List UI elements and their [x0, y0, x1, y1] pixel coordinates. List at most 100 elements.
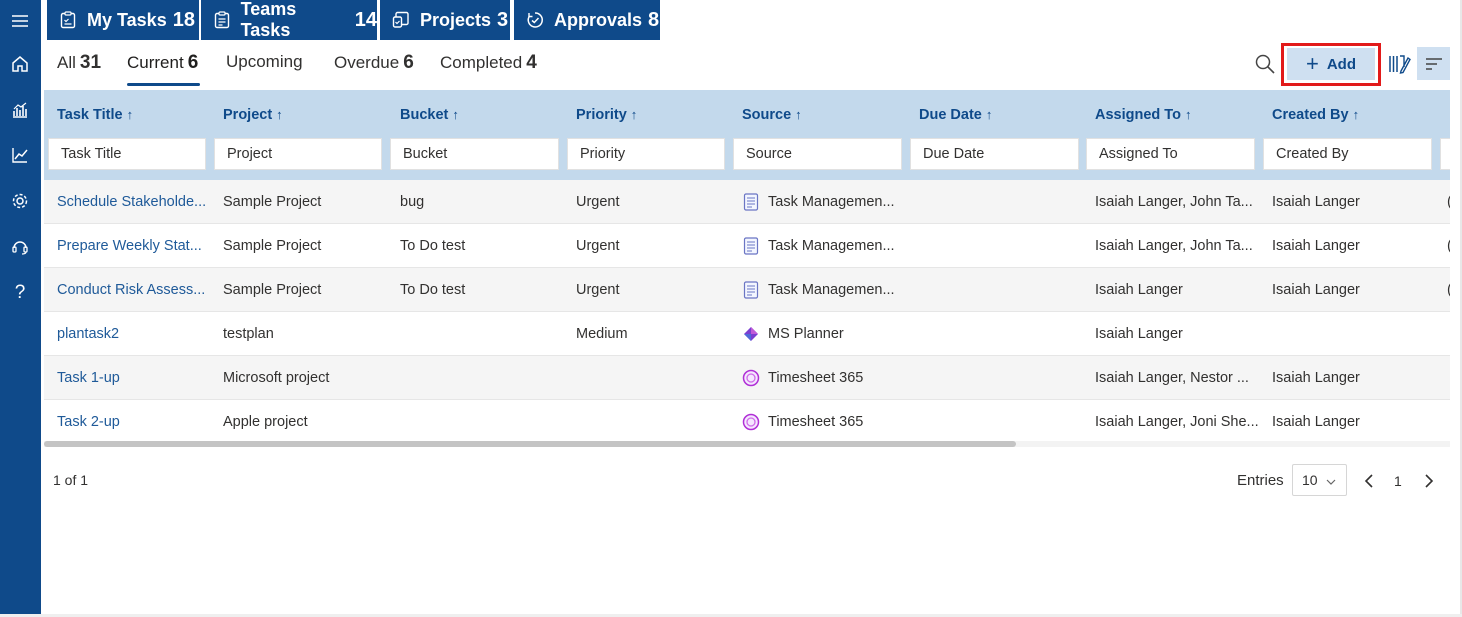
support-icon[interactable]	[8, 235, 32, 259]
table-row[interactable]: Schedule Stakeholde... Sample Project bug U…	[44, 180, 1450, 224]
horizontal-scrollbar-thumb[interactable]	[44, 441, 1016, 447]
document-icon	[742, 192, 760, 211]
column-chooser-icon[interactable]	[1387, 52, 1411, 76]
cell-bucket: To Do test	[400, 281, 466, 298]
filter-bucket-input[interactable]: Bucket	[390, 138, 559, 170]
grid-header: Task Title ↑ Project ↑ Bucket ↑ Priority ↑ S…	[44, 90, 1450, 180]
cell-due	[919, 356, 1089, 399]
cell-created: Isaiah Langer	[1272, 237, 1360, 254]
table-row[interactable]: Prepare Weekly Stat... Sample Project To D…	[44, 224, 1450, 268]
cell-title[interactable]: Prepare Weekly Stat...	[57, 224, 207, 267]
trend-icon[interactable]	[8, 143, 32, 167]
cell-due	[919, 180, 1089, 223]
cell-bucket	[400, 312, 570, 355]
sort-arrow-icon: ↑	[1352, 107, 1360, 122]
cell-due	[919, 268, 1089, 311]
tab-label: Approvals	[554, 9, 643, 30]
cell-assigned: Isaiah Langer, John Ta...	[1095, 193, 1253, 210]
approvals-icon	[526, 11, 544, 29]
filter-source-input[interactable]: Source	[733, 138, 902, 170]
source-label: Task Managemen...	[768, 193, 895, 210]
cell-overflow: (	[1447, 268, 1450, 311]
cell-project: testplan	[223, 325, 274, 342]
column-header-project[interactable]: Project ↑	[223, 107, 283, 123]
filter-priority-input[interactable]: Priority	[567, 138, 725, 170]
tab-label: Teams Tasks	[240, 0, 297, 40]
subtab-overdue[interactable]: Overdue 6	[334, 52, 414, 76]
sort-arrow-icon: ↑	[985, 107, 993, 122]
tab-teams-tasks[interactable]: Teams Tasks 14	[201, 0, 377, 40]
cell-assigned: Isaiah Langer, John Ta...	[1095, 237, 1253, 254]
help-icon[interactable]: ?	[8, 281, 32, 305]
subtab-count: 4	[526, 52, 537, 73]
search-icon[interactable]	[1254, 53, 1278, 77]
tab-projects[interactable]: Projects 3	[380, 0, 510, 40]
team-task-icon	[213, 11, 231, 29]
chevron-down-icon	[1326, 474, 1336, 490]
column-header-priority[interactable]: Priority ↑	[576, 107, 637, 123]
document-icon	[742, 236, 760, 255]
sort-arrow-icon: ↑	[126, 107, 134, 122]
subtab-all[interactable]: All 31	[57, 52, 101, 76]
cell-assigned: Isaiah Langer, Joni She...	[1095, 413, 1259, 430]
filter-project-input[interactable]: Project	[214, 138, 382, 170]
cell-title[interactable]: Conduct Risk Assess...	[57, 268, 207, 311]
cell-overflow	[1447, 312, 1450, 355]
subtab-label: All	[57, 53, 76, 72]
subtab-label: Overdue	[334, 53, 400, 72]
add-button[interactable]: + Add	[1287, 48, 1375, 80]
subtab-completed[interactable]: Completed 4	[440, 52, 537, 76]
filter-lines-icon[interactable]	[1417, 47, 1450, 80]
cell-due	[919, 312, 1089, 355]
settings-icon[interactable]	[8, 189, 32, 213]
timesheet-icon	[742, 369, 760, 387]
filter-assigned-to-input[interactable]: Assigned To	[1086, 138, 1255, 170]
document-icon	[742, 280, 760, 299]
subtab-current[interactable]: Current 6	[127, 52, 198, 76]
column-label: Priority	[576, 107, 627, 123]
column-header-bucket[interactable]: Bucket ↑	[400, 107, 459, 123]
cell-title[interactable]: Task 2-up	[57, 400, 207, 443]
cell-source: Timesheet 365	[742, 356, 912, 399]
column-header-assigned-to[interactable]: Assigned To ↑	[1095, 107, 1191, 123]
menu-icon[interactable]	[8, 9, 32, 33]
cell-created: Isaiah Langer	[1272, 281, 1360, 298]
tab-my-tasks[interactable]: My Tasks 18	[47, 0, 199, 40]
home-icon[interactable]	[8, 52, 32, 76]
table-row[interactable]: Task 1-up Microsoft project Timesheet 365 I…	[44, 356, 1450, 400]
page-number[interactable]: 1	[1394, 473, 1402, 489]
column-header-due-date[interactable]: Due Date ↑	[919, 107, 992, 123]
cell-title[interactable]: plantask2	[57, 312, 207, 355]
previous-page-icon[interactable]	[1362, 472, 1378, 490]
column-header-source[interactable]: Source ↑	[742, 107, 802, 123]
cell-source: Task Managemen...	[742, 268, 912, 311]
table-row[interactable]: Task 2-up Apple project Timesheet 365 Isaia…	[44, 400, 1450, 444]
entries-select[interactable]: 10	[1292, 464, 1347, 496]
filter-task-title-input[interactable]: Task Title	[48, 138, 206, 170]
active-tab-indicator	[127, 83, 200, 86]
cell-title[interactable]: Schedule Stakeholde...	[57, 180, 207, 223]
subtab-upcoming[interactable]: Upcoming	[226, 52, 303, 76]
tab-approvals[interactable]: Approvals 8	[514, 0, 660, 40]
next-page-icon[interactable]	[1420, 472, 1436, 490]
column-header-task-title[interactable]: Task Title ↑	[57, 107, 133, 123]
analytics-icon[interactable]	[8, 98, 32, 122]
table-row[interactable]: Conduct Risk Assess... Sample Project To D…	[44, 268, 1450, 312]
cell-bucket	[400, 400, 570, 443]
cell-bucket: To Do test	[400, 237, 466, 254]
filter-due-date-input[interactable]: Due Date	[910, 138, 1079, 170]
cell-assigned: Isaiah Langer, Nestor ...	[1095, 369, 1249, 386]
tab-label: Projects	[420, 9, 492, 30]
cell-project: Sample Project	[223, 237, 322, 254]
cell-priority	[576, 356, 736, 399]
table-row[interactable]: plantask2 testplan Medium MS Planner Isaiah …	[44, 312, 1450, 356]
sort-arrow-icon: ↑	[630, 107, 638, 122]
column-header-created-by[interactable]: Created By ↑	[1272, 107, 1359, 123]
filter-created-by-input[interactable]: Created By	[1263, 138, 1432, 170]
cell-priority: Urgent	[576, 281, 620, 298]
filter-overflow-input[interactable]	[1440, 138, 1450, 170]
source-label: Timesheet 365	[768, 413, 864, 430]
subtab-count: 6	[403, 52, 414, 73]
cell-title[interactable]: Task 1-up	[57, 356, 207, 399]
timesheet-icon	[742, 413, 760, 431]
